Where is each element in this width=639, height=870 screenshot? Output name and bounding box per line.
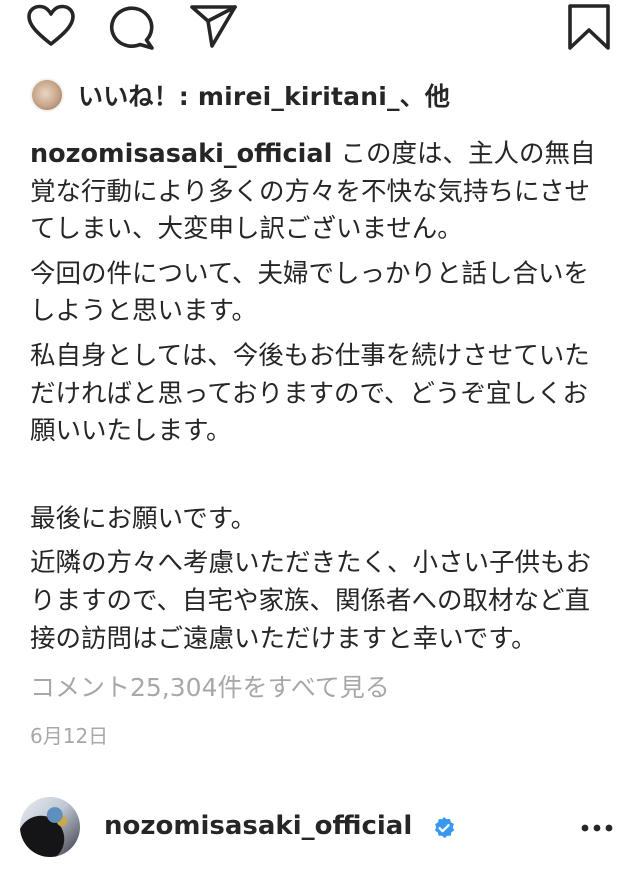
caption-paragraph: 近隣の方々へ考慮いただきたく、小さい子供もおりますので、自宅や家族、関係者への取… bbox=[30, 548, 592, 654]
liker-username[interactable]: mirei_kiritani_ bbox=[198, 82, 400, 111]
liker-avatar[interactable] bbox=[30, 78, 64, 112]
more-options-icon[interactable] bbox=[580, 819, 614, 838]
comment-bubble-icon[interactable] bbox=[108, 4, 156, 50]
likes-others[interactable]: 、他 bbox=[400, 82, 450, 111]
likes-text: いいね！: mirei_kiritani_、他 bbox=[78, 77, 450, 113]
caption-username[interactable]: nozomisasaki_official bbox=[30, 139, 332, 169]
likes-label: いいね！: bbox=[78, 82, 198, 111]
post-action-bar bbox=[0, 0, 639, 60]
heart-icon[interactable] bbox=[26, 4, 76, 48]
author-row: nozomisasaki_official bbox=[20, 795, 620, 861]
post-caption: nozomisasaki_official この度は、主人の無自覚な行動により多… bbox=[30, 136, 610, 658]
bookmark-icon[interactable] bbox=[567, 3, 611, 51]
author-username[interactable]: nozomisasaki_official bbox=[104, 811, 412, 841]
author-avatar[interactable] bbox=[20, 797, 80, 857]
caption-paragraph: 今回の件について、夫婦でしっかりと話し合いをしようと思います。 bbox=[30, 258, 589, 327]
verified-badge-icon bbox=[432, 816, 456, 844]
view-all-comments-link[interactable]: コメント25,304件をすべて見る bbox=[30, 668, 390, 704]
caption-paragraph: nozomisasaki_official この度は、主人の無自覚な行動により多… bbox=[30, 136, 610, 249]
paper-plane-icon[interactable] bbox=[189, 3, 239, 49]
caption-paragraph: 私自身としては、今後もお仕事を続けさせていただければと思っておりますので、どうぞ… bbox=[30, 340, 590, 447]
caption-paragraph: 最後にお願いです。 bbox=[30, 503, 257, 534]
post-date: 6月12日 bbox=[30, 724, 109, 748]
likes-summary: いいね！: mirei_kiritani_、他 bbox=[30, 73, 450, 117]
